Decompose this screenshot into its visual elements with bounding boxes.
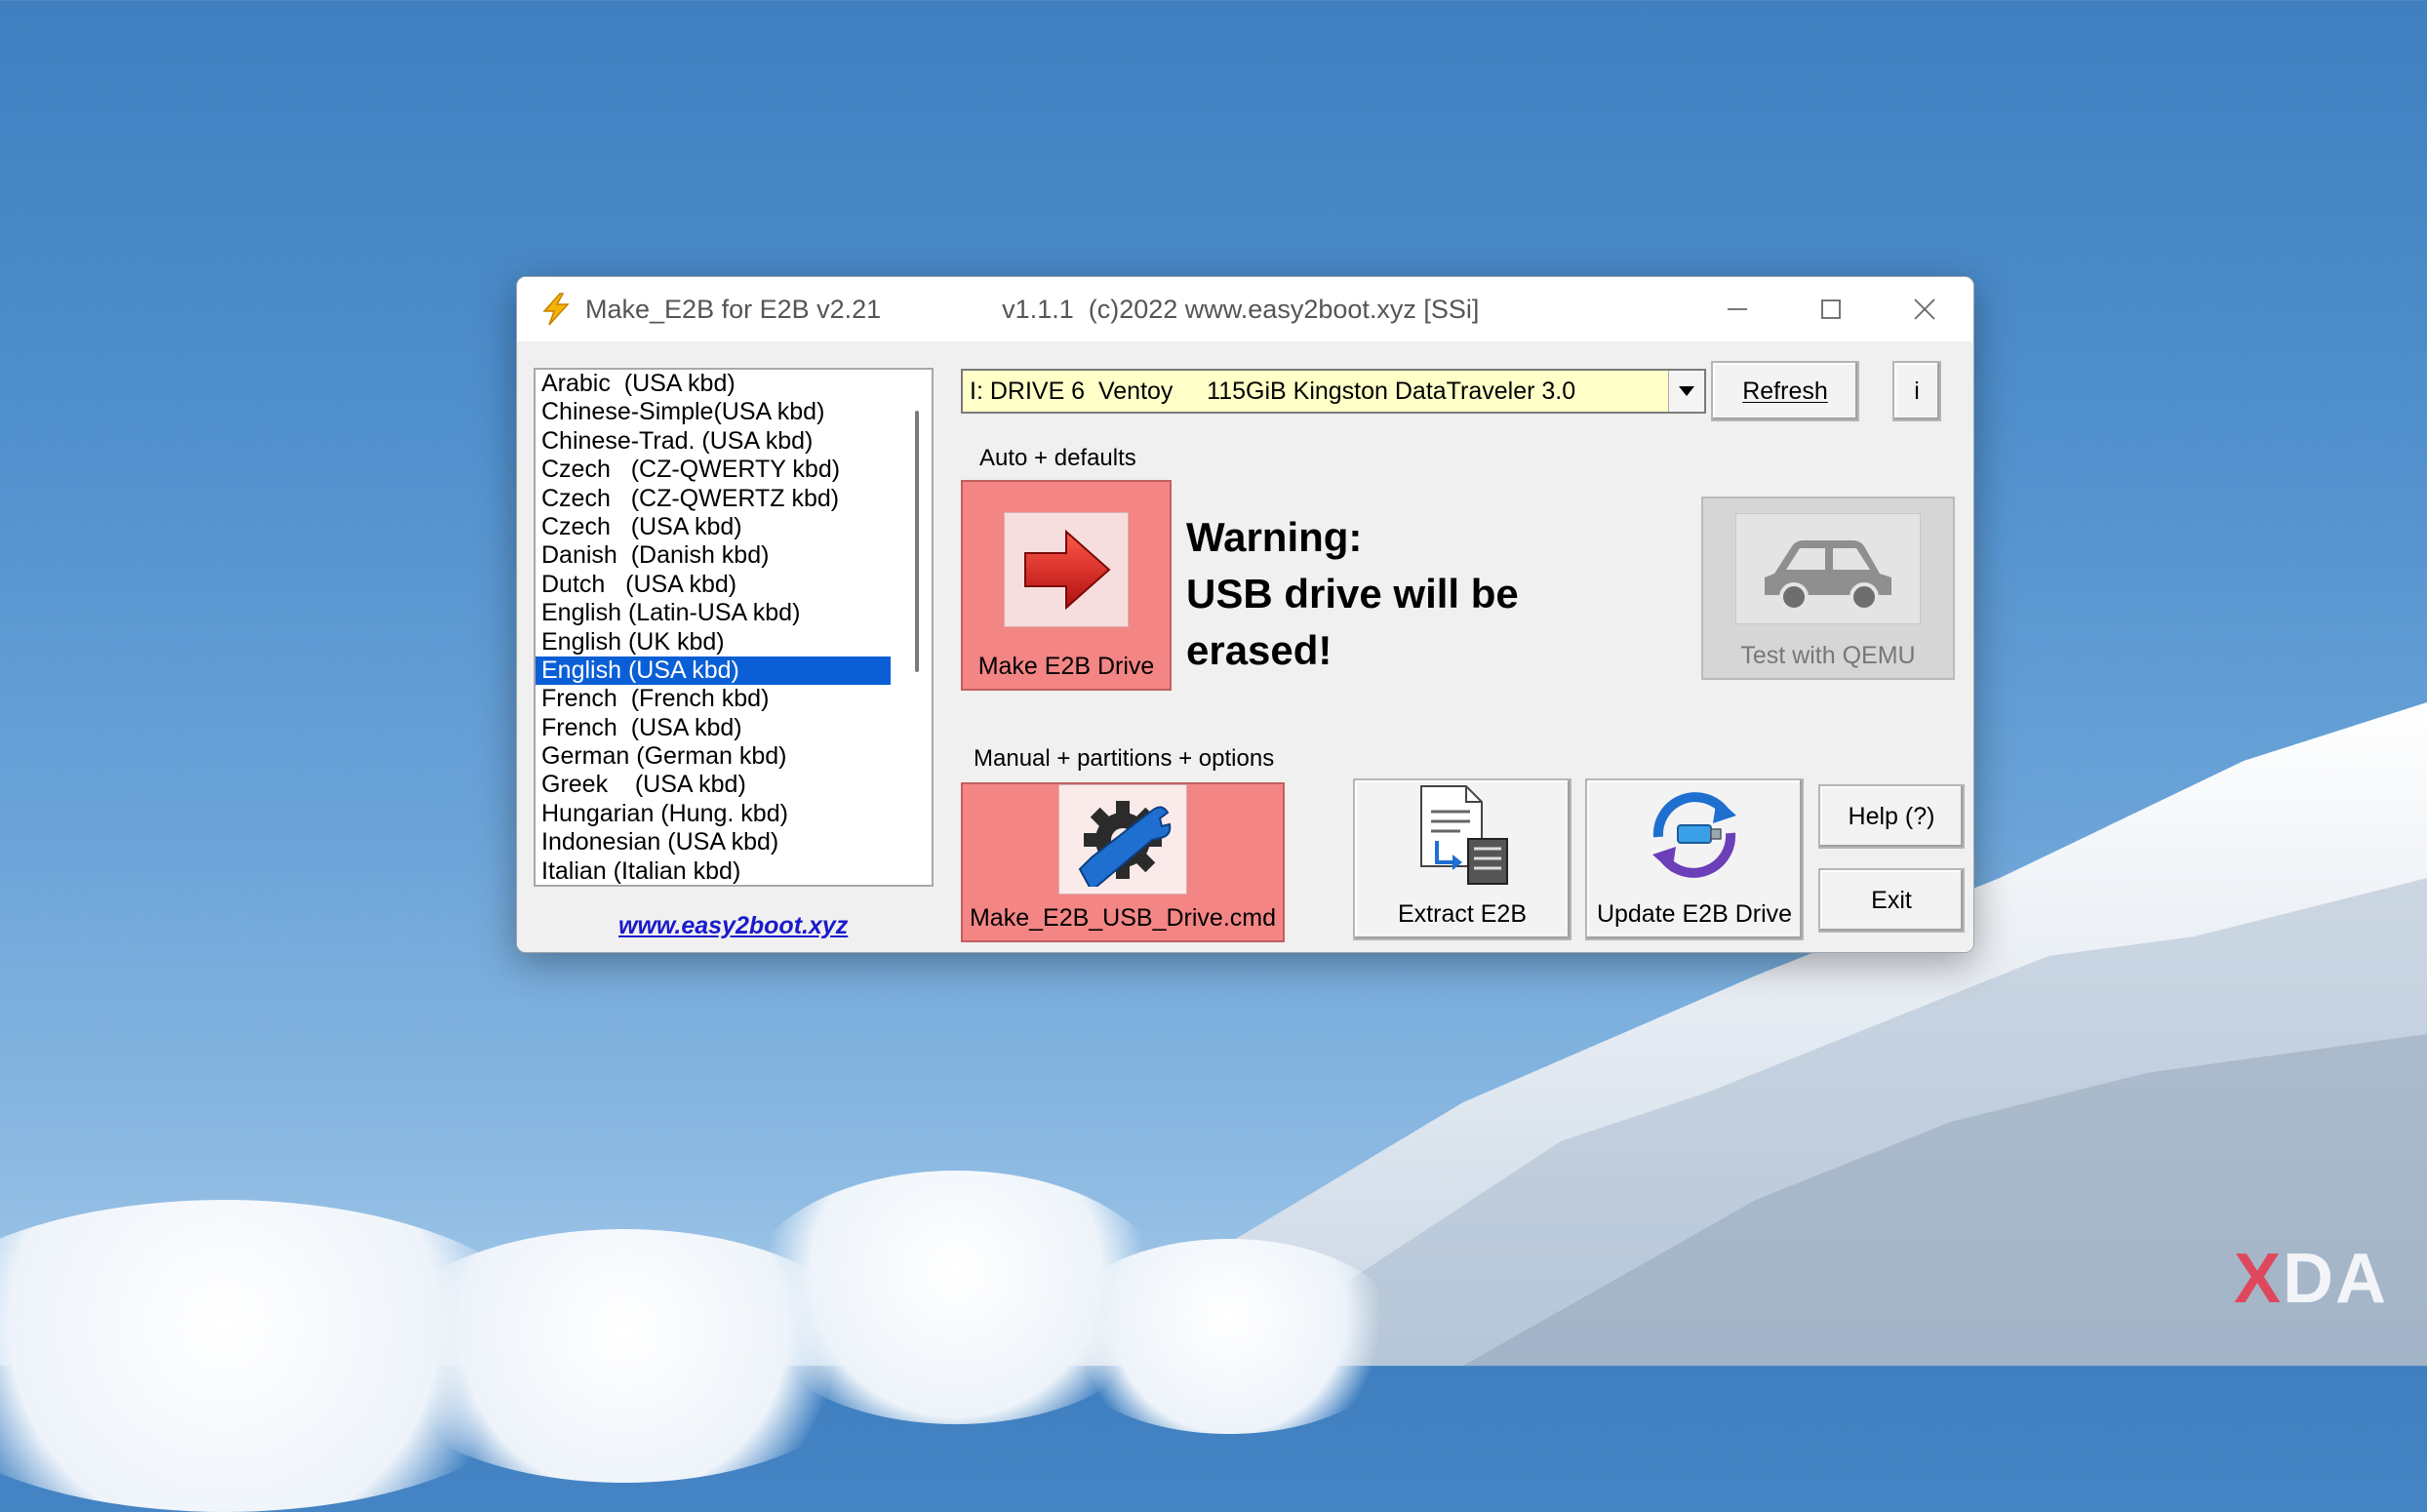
- exit-button[interactable]: Exit: [1818, 868, 1965, 933]
- website-link[interactable]: www.easy2boot.xyz: [618, 912, 848, 940]
- list-item[interactable]: Chinese-Trad. (USA kbd): [536, 427, 891, 456]
- update-e2b-drive-button[interactable]: Update E2B Drive: [1585, 778, 1804, 940]
- extract-e2b-label: Extract E2B: [1398, 900, 1527, 928]
- extract-e2b-button[interactable]: Extract E2B: [1353, 778, 1572, 940]
- test-with-qemu-label: Test with QEMU: [1740, 642, 1916, 669]
- close-icon: [1914, 298, 1935, 320]
- list-scrollbar[interactable]: [902, 370, 932, 885]
- list-item[interactable]: Greek (USA kbd): [536, 771, 891, 799]
- list-item[interactable]: Chinese-Simple(USA kbd): [536, 398, 891, 426]
- list-item[interactable]: German (German kbd): [536, 742, 891, 771]
- gear-wrench-icon: [1058, 784, 1187, 895]
- list-item[interactable]: Czech (CZ-QWERTY kbd): [536, 456, 891, 484]
- make-e2b-usb-drive-cmd-button[interactable]: Make_E2B_USB_Drive.cmd: [961, 782, 1285, 942]
- maximize-icon: [1821, 299, 1841, 319]
- document-extract-icon: [1404, 781, 1521, 889]
- make-e2b-usb-drive-cmd-label: Make_E2B_USB_Drive.cmd: [969, 904, 1276, 932]
- xda-watermark: XDA: [2233, 1240, 2388, 1318]
- list-item[interactable]: Czech (CZ-QWERTZ kbd): [536, 485, 891, 513]
- list-item[interactable]: Czech (USA kbd): [536, 513, 891, 541]
- window-subtitle: v1.1.1 (c)2022 www.easy2boot.xyz [SSi]: [1002, 294, 1480, 324]
- minimize-button[interactable]: [1691, 277, 1784, 341]
- window-title: Make_E2B for E2B v2.21: [585, 294, 882, 324]
- list-item[interactable]: Hungarian (Hung. kbd): [536, 800, 891, 828]
- dropdown-arrow-icon[interactable]: [1668, 371, 1704, 412]
- drive-select[interactable]: I: DRIVE 6 Ventoy 115GiB Kingston DataTr…: [961, 369, 1706, 414]
- list-item[interactable]: English (UK kbd): [536, 628, 891, 657]
- warning-text: Warning: USB drive will be erased!: [1186, 514, 1519, 673]
- list-item[interactable]: Italian (Italian kbd): [536, 857, 891, 885]
- make-e2b-drive-label: Make E2B Drive: [977, 653, 1155, 680]
- manual-options-label: Manual + partitions + options: [974, 745, 1275, 772]
- client-area: Arabic (USA kbd) Chinese-Simple(USA kbd)…: [517, 341, 1973, 952]
- update-e2b-drive-label: Update E2B Drive: [1596, 900, 1793, 928]
- refresh-button[interactable]: Refresh: [1711, 361, 1859, 421]
- scrollbar-thumb[interactable]: [915, 411, 919, 672]
- help-button[interactable]: Help (?): [1818, 784, 1965, 849]
- list-item[interactable]: French (French kbd): [536, 685, 891, 713]
- list-item[interactable]: English (Latin-USA kbd): [536, 599, 891, 627]
- list-item[interactable]: Indonesian (USA kbd): [536, 828, 891, 856]
- maximize-button[interactable]: [1784, 277, 1878, 341]
- list-item-selected[interactable]: English (USA kbd): [536, 656, 891, 686]
- info-button[interactable]: i: [1892, 361, 1941, 421]
- minimize-icon: [1728, 308, 1747, 310]
- car-icon: [1735, 513, 1921, 624]
- refresh-usb-icon: [1636, 781, 1753, 889]
- make-e2b-drive-button[interactable]: Make E2B Drive: [961, 480, 1172, 691]
- close-button[interactable]: [1878, 277, 1971, 341]
- list-item[interactable]: Danish (Danish kbd): [536, 541, 891, 570]
- cloud: [1054, 1239, 1405, 1434]
- title-bar[interactable]: Make_E2B for E2B v2.21 v1.1.1 (c)2022 ww…: [517, 277, 1973, 341]
- list-item[interactable]: French (USA kbd): [536, 714, 891, 742]
- lightning-icon: [538, 292, 574, 327]
- auto-defaults-label: Auto + defaults: [979, 445, 1136, 471]
- red-arrow-icon: [1004, 512, 1129, 627]
- language-listbox[interactable]: Arabic (USA kbd) Chinese-Simple(USA kbd)…: [534, 368, 934, 887]
- list-item[interactable]: Dutch (USA kbd): [536, 571, 891, 599]
- list-item[interactable]: Arabic (USA kbd): [536, 370, 891, 398]
- drive-select-value: I: DRIVE 6 Ventoy 115GiB Kingston DataTr…: [970, 377, 1576, 405]
- app-window: Make_E2B for E2B v2.21 v1.1.1 (c)2022 ww…: [516, 276, 1974, 953]
- test-with-qemu-button[interactable]: Test with QEMU: [1701, 497, 1955, 680]
